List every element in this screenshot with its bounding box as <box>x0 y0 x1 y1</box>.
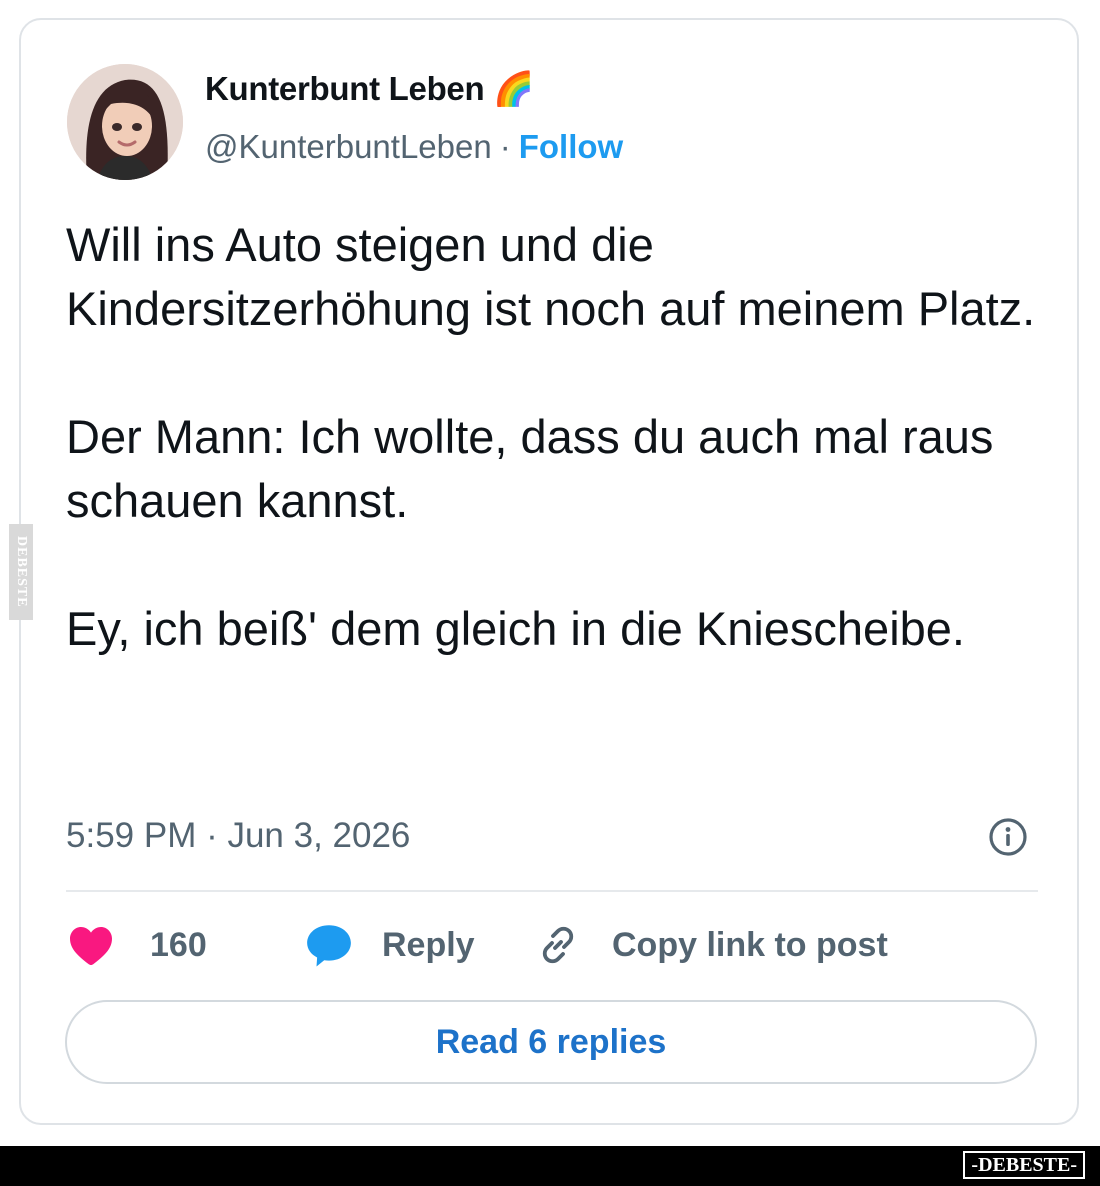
heart-icon <box>70 927 112 965</box>
info-icon[interactable] <box>987 816 1029 858</box>
like-count: 160 <box>150 925 207 964</box>
tweet-paragraph: Ey, ich beiß' dem gleich in die Kniesche… <box>66 602 965 655</box>
footer-brand-text: -DEBESTE- <box>971 1154 1077 1176</box>
side-watermark-text: DEBESTE <box>14 536 29 608</box>
avatar-illustration <box>67 64 183 180</box>
read-replies-button[interactable]: Read 6 replies <box>65 1000 1037 1084</box>
side-watermark: DEBESTE <box>9 524 33 620</box>
tweet-paragraph: Der Mann: Ich wollte, dass du auch mal r… <box>66 410 994 527</box>
copy-link-button[interactable]: Copy link to post <box>534 920 888 970</box>
footer-bar: -DEBESTE- <box>0 1146 1100 1186</box>
avatar[interactable] <box>67 64 183 180</box>
handle-row: @KunterbuntLeben · Follow <box>205 128 623 166</box>
copy-link-label: Copy link to post <box>612 925 888 964</box>
action-bar: 160 Reply Copy link to post <box>66 920 1046 970</box>
user-handle[interactable]: @KunterbuntLeben <box>205 128 492 165</box>
follow-button[interactable]: Follow <box>519 128 623 165</box>
divider <box>66 890 1038 892</box>
like-button[interactable]: 160 <box>66 920 207 970</box>
tweet-timestamp[interactable]: 5:59 PM · Jun 3, 2026 <box>66 816 410 856</box>
tweet-text: Will ins Auto steigen und die Kindersitz… <box>66 213 1051 661</box>
tweet-paragraph: Will ins Auto steigen und die Kindersitz… <box>66 218 1036 335</box>
handle-separator: · <box>499 128 511 165</box>
display-name-text: Kunterbunt Leben <box>205 70 485 107</box>
link-icon <box>542 926 574 964</box>
name-emoji: 🌈 <box>493 70 535 107</box>
reply-bubble-icon <box>307 925 351 967</box>
read-replies-label: Read 6 replies <box>435 1022 667 1061</box>
tweet-card: Kunterbunt Leben 🌈 @KunterbuntLeben · Foll… <box>19 18 1079 1125</box>
reply-label: Reply <box>382 925 475 964</box>
display-name[interactable]: Kunterbunt Leben 🌈 <box>205 70 534 109</box>
footer-brand-logo: -DEBESTE- <box>963 1151 1085 1179</box>
reply-button[interactable]: Reply <box>304 920 475 970</box>
